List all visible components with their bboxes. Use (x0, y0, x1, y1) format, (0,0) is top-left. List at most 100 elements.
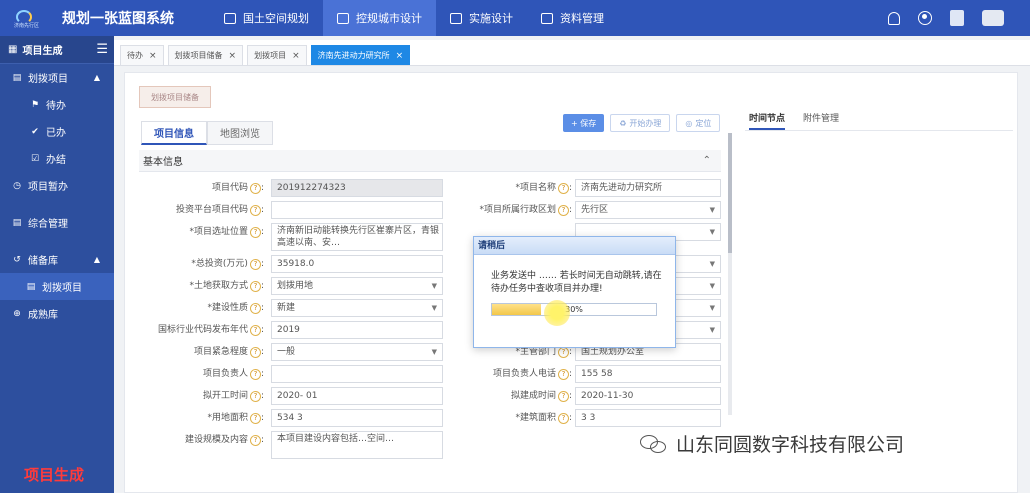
chevron-up-icon: ▲ (93, 73, 100, 82)
help-icon[interactable]: ? (249, 347, 261, 358)
list-icon: ▤ (12, 217, 22, 228)
help-icon[interactable]: ? (249, 369, 261, 380)
chevron-up-icon: ▲ (93, 255, 100, 264)
tab-time-nodes[interactable]: 时间节点 (749, 111, 786, 130)
field-label: *总投资(万元)?: (191, 259, 264, 270)
text-field[interactable] (271, 365, 443, 383)
history-icon: ↺ (13, 254, 21, 265)
select-field[interactable]: 先行区 ▼ (575, 201, 721, 219)
tab-project-detail[interactable]: 济南先进动力研究所 × (310, 45, 411, 65)
form-row: 项目负责人?: 项目负责人电话?:155 58 (139, 365, 721, 385)
user-icon[interactable] (918, 11, 932, 25)
collapse-icon[interactable]: ⌃ (703, 155, 711, 166)
sidebar-item-reserve[interactable]: ↺ 储备库 ▲ (0, 246, 114, 273)
help-icon[interactable]: ? (557, 205, 569, 216)
recycle-icon: ♻ (619, 118, 627, 128)
top-header: 济南先行区 规划一张蓝图系统 国土空间规划 控规城市设计 实施设计 资料管理 (0, 0, 1030, 36)
chevron-down-icon: ▼ (709, 326, 715, 334)
select-field[interactable]: 新建 ▼ (271, 299, 443, 317)
field-label: *项目选址位置?: (189, 227, 264, 238)
monitor-icon (224, 12, 236, 24)
section-basic-info: 基本信息 ⌃ (139, 150, 721, 172)
close-icon[interactable]: × (229, 51, 237, 61)
help-icon[interactable]: ? (249, 391, 261, 402)
save-button[interactable]: + 保存 (563, 114, 605, 132)
menu-toggle-icon[interactable]: ☰ (96, 42, 108, 57)
form-row: 投资平台项目代码?: *项目所属行政区划?: 先行区 ▼ (139, 201, 721, 221)
text-field[interactable]: 2020-11-30 (575, 387, 721, 405)
reserve-button[interactable]: 划拨项目储备 (139, 86, 211, 108)
checkbox-icon: ☑ (30, 153, 40, 164)
wechat-icon (640, 433, 670, 455)
chevron-down-icon: ▼ (709, 228, 715, 236)
help-icon[interactable]: ? (249, 183, 261, 194)
form-row: 项目代码?: 201912274323 *项目名称?: 济南先进动力研究所 (139, 179, 721, 199)
field-label: *建设性质?: (207, 303, 264, 314)
text-field[interactable]: 3 3 (575, 409, 721, 427)
plus-circle-icon: ⊕ (13, 308, 21, 319)
grid-icon (450, 12, 462, 24)
text-field[interactable]: 2020- 01 (271, 387, 443, 405)
help-icon[interactable]: ? (249, 435, 261, 446)
sidebar-item-reserve-allocated[interactable]: ▤ 划拨项目 (0, 273, 114, 300)
sidebar-item-todo[interactable]: ⚑ 待办 (0, 91, 114, 118)
text-field[interactable]: 济南先进动力研究所 (575, 179, 721, 197)
text-field[interactable]: 本项目建设内容包括…空间… (271, 431, 443, 459)
nav-data-management[interactable]: 资料管理 (527, 0, 618, 36)
help-icon[interactable]: ? (249, 281, 261, 292)
bell-icon[interactable] (888, 11, 900, 25)
tab-allocated-reserve[interactable]: 划拨项目储备 × (167, 45, 244, 65)
divider (745, 130, 1013, 131)
text-field[interactable]: 2019 (271, 321, 443, 339)
help-icon[interactable]: ? (249, 259, 261, 270)
tab-attachments[interactable]: 附件管理 (803, 111, 839, 130)
text-field[interactable]: 534 3 (271, 409, 443, 427)
tab-allocated-project[interactable]: 划拨项目 × (247, 45, 307, 65)
text-field[interactable]: 35918.0 (271, 255, 443, 273)
start-process-button[interactable]: ♻ 开始办理 (610, 114, 671, 132)
sidebar-item-finished[interactable]: ☑ 办结 (0, 145, 114, 172)
close-icon[interactable]: × (292, 51, 300, 61)
header-tools (888, 10, 1030, 26)
scrollbar-thumb[interactable] (728, 133, 732, 253)
help-icon[interactable]: ? (557, 347, 569, 358)
text-field[interactable] (271, 201, 443, 219)
tab-todo[interactable]: 待办 × (120, 45, 164, 65)
help-icon[interactable]: ? (249, 325, 261, 336)
sidebar-item-mature[interactable]: ⊕ 成熟库 (0, 300, 114, 327)
help-icon[interactable]: ? (249, 227, 261, 238)
sidebar-item-allocated-projects[interactable]: ▤ 划拨项目 ▲ (0, 64, 114, 91)
select-field[interactable]: 划拨用地 ▼ (271, 277, 443, 295)
nav-control-planning[interactable]: 控规城市设计 (323, 0, 436, 36)
sidebar-item-done[interactable]: ✔ 已办 (0, 118, 114, 145)
sidebar-item-comprehensive[interactable]: ▤ 综合管理 (0, 209, 114, 236)
sidebar: ▦ 项目生成 ☰ ▤ 划拨项目 ▲ ⚑ 待办 ✔ 已办 ☑ 办结 ◷ 项目暂办 ▤ 综合管理 … (0, 36, 114, 493)
sidebar-item-paused[interactable]: ◷ 项目暂办 (0, 172, 114, 199)
help-icon[interactable]: ? (557, 413, 569, 424)
help-icon[interactable]: ? (557, 369, 569, 380)
flag-icon: ⚑ (30, 99, 40, 110)
subtab-map-browse[interactable]: 地图浏览 (207, 121, 273, 145)
field-label: 国标行业代码发布年代?: (157, 325, 264, 336)
help-icon[interactable]: ? (249, 205, 261, 216)
avatar[interactable] (982, 10, 1004, 26)
close-icon[interactable]: × (149, 51, 157, 61)
help-icon[interactable]: ? (557, 391, 569, 402)
close-icon[interactable]: × (396, 51, 404, 61)
text-field[interactable]: 201912274323 (271, 179, 443, 197)
subtabs: 项目信息 地图浏览 (141, 121, 273, 145)
nav-implementation[interactable]: 实施设计 (436, 0, 527, 36)
subtab-project-info[interactable]: 项目信息 (141, 121, 207, 145)
nav-land-planning[interactable]: 国土空间规划 (210, 0, 323, 36)
help-icon[interactable]: ? (249, 303, 261, 314)
document-icon[interactable] (950, 10, 964, 26)
select-field[interactable]: 一般 ▼ (271, 343, 443, 361)
form-row: *用地面积?: 534 3 *建筑面积?:3 3 (139, 409, 721, 429)
help-icon[interactable]: ? (557, 183, 569, 194)
locate-button[interactable]: ◎ 定位 (676, 114, 721, 132)
scrollbar[interactable] (728, 133, 732, 415)
text-field[interactable]: 济南新旧动能转换先行区崔寨片区，青银高速以南、安… (271, 223, 443, 251)
sidebar-header: ▦ 项目生成 ☰ (0, 36, 114, 64)
help-icon[interactable]: ? (249, 413, 261, 424)
text-field[interactable]: 155 58 (575, 365, 721, 383)
